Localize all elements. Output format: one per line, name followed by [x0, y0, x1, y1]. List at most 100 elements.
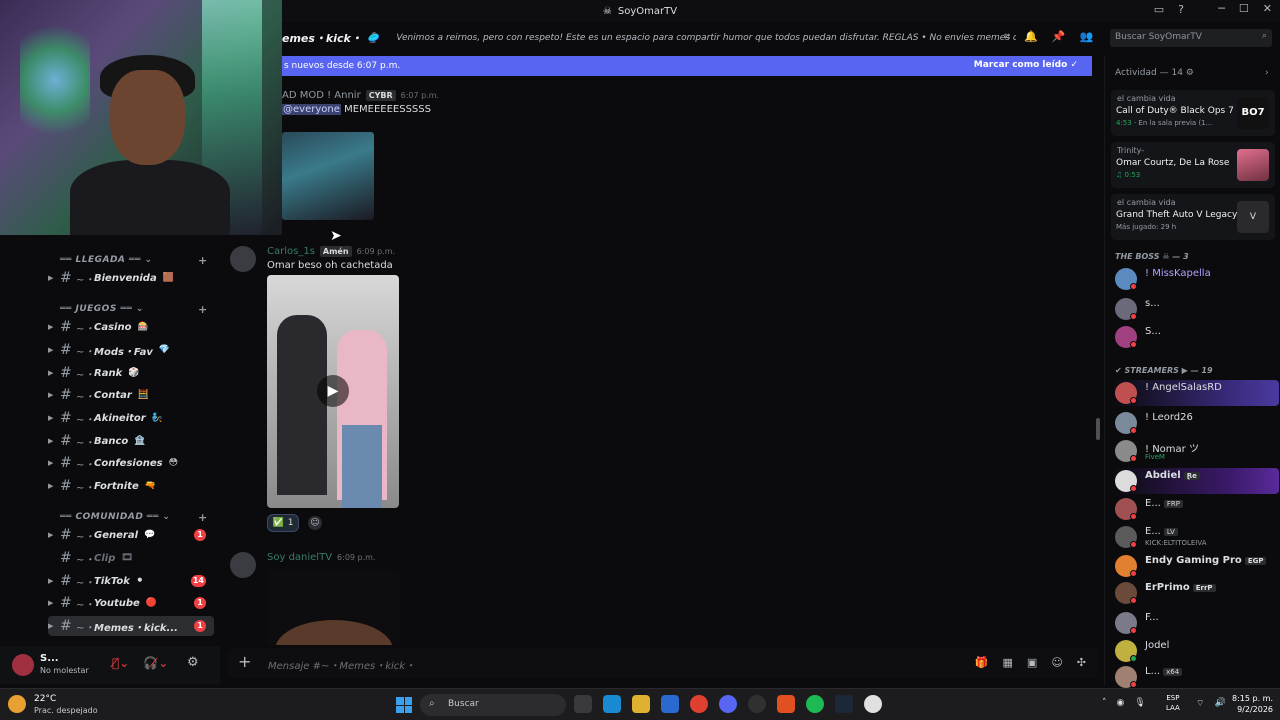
wifi-icon[interactable]: ⌔: [1196, 698, 1204, 709]
mark-read-button[interactable]: Marcar como leído ✓: [974, 60, 1078, 70]
video-attachment[interactable]: ▶: [267, 275, 399, 508]
gif-icon[interactable]: ▦: [1003, 656, 1013, 669]
channel-casino[interactable]: ▶ # ~・ Casino 🎰: [48, 317, 214, 337]
gear-icon[interactable]: ⚙: [187, 655, 199, 670]
chevron-right-icon[interactable]: ›: [1265, 68, 1269, 78]
avatar[interactable]: [12, 654, 34, 676]
channel-rank[interactable]: ▶ # ~・ Rank 🎲: [48, 363, 214, 383]
message-composer[interactable]: + Mensaje #~・Memes・kick・ 🎁 ▦ ▣ ☺ ✣: [228, 648, 1098, 678]
apps-icon[interactable]: ✣: [1077, 656, 1086, 669]
obs-icon[interactable]: [748, 695, 766, 713]
network-icon[interactable]: ◉: [1117, 698, 1125, 708]
channel-topic[interactable]: Venimos a reirnos, pero con respeto! Est…: [396, 33, 1016, 43]
video-attachment[interactable]: [267, 570, 399, 645]
role-tag: CYBR: [365, 90, 396, 101]
close-button[interactable]: ✕: [1263, 2, 1272, 15]
message-author[interactable]: Soy danielTV: [267, 552, 332, 563]
spotify-icon[interactable]: [806, 695, 824, 713]
volume-icon[interactable]: 🔊: [1214, 698, 1225, 709]
activity-card[interactable]: el cambia vida Grand Theft Auto V Legacy…: [1111, 194, 1275, 240]
channel-clip[interactable]: # ~・ Clip 🎞: [48, 548, 214, 568]
channel-banco[interactable]: ▶ # ~・ Banco 🏦: [48, 431, 214, 451]
channel-mods-fav[interactable]: ▶ # ~・ Mods・Fav 💎: [48, 340, 214, 360]
channel-bienvenida[interactable]: ▶ # ~・ Bienvenida 🟫: [48, 268, 214, 288]
member-item[interactable]: ! MissKapella: [1113, 266, 1279, 292]
category-comunidad[interactable]: ══ COMUNIDAD ══ ⌄ +: [60, 511, 207, 524]
channel-youtube[interactable]: ▶ # ~・ Youtube 🔴 1: [48, 593, 214, 613]
member-item[interactable]: S...: [1113, 324, 1279, 350]
add-attachment-icon[interactable]: +: [238, 652, 251, 671]
discord-icon[interactable]: [719, 695, 737, 713]
member-item[interactable]: Jodel: [1113, 638, 1279, 664]
edge-icon[interactable]: [603, 695, 621, 713]
member-item[interactable]: E... LV KICK:ELTITOLEIVA: [1113, 524, 1279, 550]
unread-badge: 14: [190, 575, 206, 587]
member-item[interactable]: Endy Gaming Pro EGP: [1113, 553, 1279, 579]
activity-user: el cambia vida: [1117, 94, 1176, 103]
members-icon[interactable]: 👥: [1080, 30, 1094, 44]
member-item[interactable]: E... FRP: [1113, 496, 1279, 522]
app-icon[interactable]: [777, 695, 795, 713]
mute-mic-icon[interactable]: 🎙̸⌄: [112, 656, 129, 670]
threads-icon[interactable]: ⌗: [1004, 30, 1010, 44]
taskbar-search[interactable]: ⌕ Buscar: [420, 694, 566, 716]
play-icon[interactable]: ▶: [317, 375, 349, 407]
new-messages-bar[interactable]: s nuevos desde 6:07 p.m. Marcar como leí…: [282, 56, 1092, 76]
help-icon[interactable]: ?: [1178, 3, 1184, 16]
channel-memes-kick[interactable]: ▶ # ~・ Memes・kick... 1: [48, 616, 214, 636]
member-item[interactable]: ! Nomar ツ FiveM: [1113, 438, 1279, 464]
category-llegada[interactable]: ══ LLEGADA ══ ⌄ +: [60, 254, 207, 267]
add-channel-icon[interactable]: +: [198, 303, 208, 316]
activity-card[interactable]: Trinity- Omar Courtz, De La Rose ♫ 0:53: [1111, 142, 1275, 188]
member-item[interactable]: ! Leord26: [1113, 410, 1279, 436]
message-author[interactable]: AD MOD ! Annir: [282, 90, 361, 101]
category-juegos[interactable]: ══ JUEGOS ══ ⌄ +: [60, 303, 207, 316]
member-item[interactable]: L... x64: [1113, 664, 1279, 690]
add-channel-icon[interactable]: +: [198, 511, 208, 524]
add-channel-icon[interactable]: +: [198, 254, 208, 267]
member-item[interactable]: F...: [1113, 610, 1279, 636]
mic-icon[interactable]: 🎙: [1134, 698, 1145, 708]
minimize-button[interactable]: ─: [1218, 2, 1225, 15]
store-icon[interactable]: [661, 695, 679, 713]
chrome-icon[interactable]: [690, 695, 708, 713]
task-view-icon[interactable]: [574, 695, 592, 713]
inbox-icon[interactable]: ▭: [1154, 3, 1164, 16]
start-button[interactable]: [396, 697, 412, 713]
channel-tiktok[interactable]: ▶ # ~・ TikTok ⚫ 14: [48, 571, 214, 591]
emoji-icon[interactable]: ☺: [1051, 656, 1062, 669]
gift-icon[interactable]: 🎁: [975, 656, 989, 669]
message-image[interactable]: [282, 132, 374, 220]
bell-icon[interactable]: 🔔: [1024, 30, 1038, 44]
channel-fortnite[interactable]: ▶ # ~・ Fortnite 🔫: [48, 476, 214, 496]
deafen-icon[interactable]: 🎧̸⌄: [143, 656, 168, 670]
search-input[interactable]: Buscar SoyOmarTV ⌕: [1110, 29, 1272, 47]
channel-general[interactable]: ▶ # ~・ General 💬 1: [48, 525, 214, 545]
avatar[interactable]: [230, 246, 256, 272]
reaction-button[interactable]: ✅ 1: [267, 514, 299, 532]
member-item[interactable]: s...: [1113, 296, 1279, 322]
language-indicator[interactable]: ESP LAA: [1166, 693, 1180, 713]
message-time: 6:09 p.m.: [356, 247, 396, 256]
activity-card[interactable]: el cambia vida Call of Duty® Black Ops 7…: [1111, 90, 1275, 136]
scrollbar[interactable]: [1096, 418, 1100, 440]
pin-icon[interactable]: 📌: [1052, 30, 1066, 44]
member-item[interactable]: ​AbdielⱤe: [1113, 468, 1279, 494]
chevron-up-icon[interactable]: ˄: [1102, 698, 1107, 708]
message-time: 6:07 p.m.: [400, 91, 440, 100]
member-item[interactable]: ! AngelSalasRD: [1113, 380, 1279, 406]
sticker-icon[interactable]: ▣: [1027, 656, 1037, 669]
mention[interactable]: @everyone: [282, 104, 341, 115]
add-reaction-icon[interactable]: ☺: [308, 516, 322, 530]
avatar[interactable]: [230, 552, 256, 578]
steam-icon[interactable]: [835, 695, 853, 713]
member-item[interactable]: ErPrimo ErrP: [1113, 580, 1279, 606]
channel-confesiones[interactable]: ▶ # ~・ Confesiones 😳: [48, 453, 214, 473]
channel-akineitor[interactable]: ▶ # ~・ Akineitor 🧞: [48, 408, 214, 428]
message-author[interactable]: Carlos_1s: [267, 246, 315, 257]
clock[interactable]: 8:15 p. m. 9/2/2026: [1232, 693, 1273, 715]
maximize-button[interactable]: ☐: [1239, 2, 1249, 15]
app-icon[interactable]: [864, 695, 882, 713]
channel-contar[interactable]: ▶ # ~・ Contar 🧮: [48, 385, 214, 405]
file-explorer-icon[interactable]: [632, 695, 650, 713]
